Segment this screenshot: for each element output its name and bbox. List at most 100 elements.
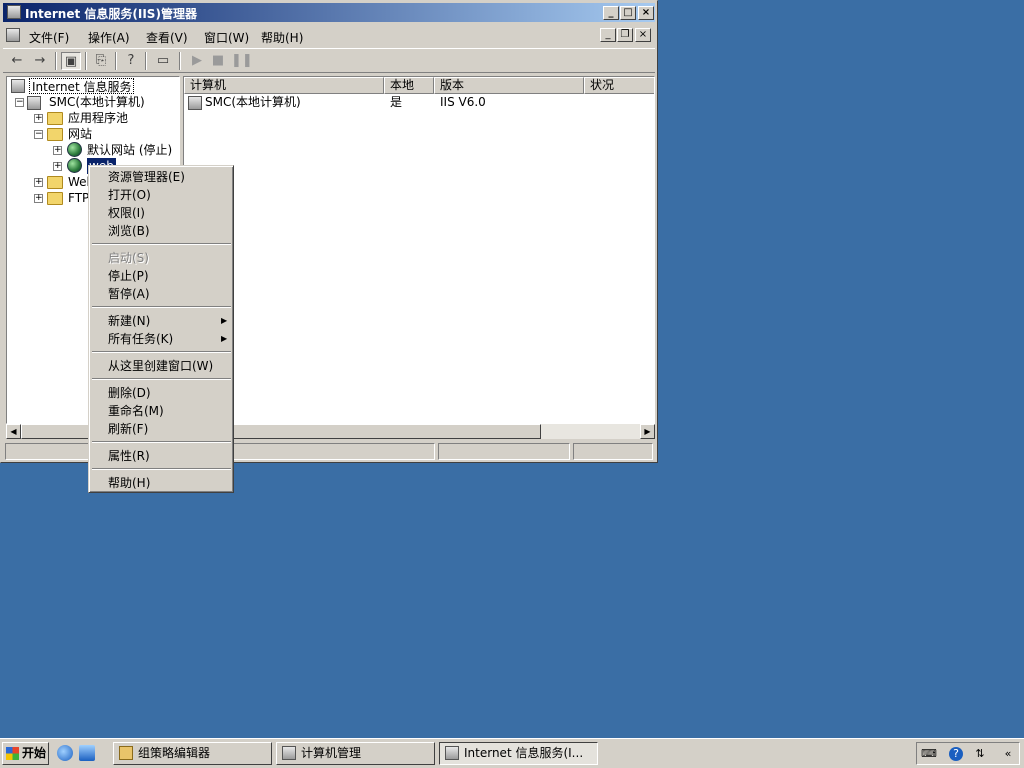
internet-explorer-icon[interactable] <box>57 745 73 761</box>
menu-view[interactable]: 查看(V) <box>146 29 188 46</box>
help-icon[interactable]: ? <box>121 52 141 70</box>
collapse-icon[interactable]: − <box>15 98 24 107</box>
list-pane[interactable]: 计算机 本地 版本 状况 SMC(本地计算机) 是 IIS V6.0 <box>183 76 655 424</box>
folder-icon <box>47 112 63 125</box>
status-panel <box>573 443 653 460</box>
show-desktop-icon[interactable] <box>79 745 95 761</box>
iis-app-icon <box>445 746 459 760</box>
task-label: 组策略编辑器 <box>138 746 211 760</box>
play-icon[interactable]: ▶ <box>187 52 207 70</box>
menu-separator <box>92 441 231 443</box>
task-label: 计算机管理 <box>301 746 362 760</box>
menu-help[interactable]: 帮助(H) <box>261 29 303 46</box>
menu-item-pause[interactable]: 暂停(A) <box>108 286 150 302</box>
menu-item-all-tasks[interactable]: 所有任务(K) <box>108 331 173 347</box>
task-computer-management[interactable]: 计算机管理 <box>276 742 435 765</box>
menu-item-help[interactable]: 帮助(H) <box>108 475 150 491</box>
console-icon[interactable] <box>6 28 20 42</box>
window-title: Internet 信息服务(IIS)管理器 <box>25 7 197 21</box>
expand-icon[interactable]: + <box>34 178 43 187</box>
menu-item-new[interactable]: 新建(N) <box>108 313 150 329</box>
globe-icon <box>67 158 82 173</box>
toolbar-separator <box>115 52 117 70</box>
toolbar-separator <box>85 52 87 70</box>
stop-icon[interactable]: ■ <box>208 52 228 70</box>
network-icon[interactable]: ⇅ <box>973 747 987 761</box>
expand-icon[interactable]: + <box>34 114 43 123</box>
keyboard-icon[interactable]: ⌨ <box>921 747 937 761</box>
scroll-left-icon[interactable]: ◀ <box>6 424 21 439</box>
export-icon[interactable]: ⎘ <box>91 52 111 70</box>
menu-item-start[interactable]: 启动(S) <box>108 250 149 266</box>
child-minimize-icon[interactable]: _ <box>600 28 616 42</box>
back-icon[interactable]: ← <box>7 52 27 70</box>
toolbar-separator <box>55 52 57 70</box>
server-icon <box>27 96 41 110</box>
expand-icon[interactable]: + <box>53 162 62 171</box>
menu-item-permissions[interactable]: 权限(I) <box>108 205 145 221</box>
pause-icon[interactable]: ❚❚ <box>231 52 253 70</box>
toolbar-separator <box>179 52 181 70</box>
iis-root-icon <box>11 79 25 93</box>
tray-collapse-icon[interactable]: « <box>1001 747 1015 761</box>
tree-computer[interactable]: SMC(本地计算机) <box>49 94 145 110</box>
tree-ftp[interactable]: FTP <box>68 190 89 206</box>
child-restore-icon[interactable]: ❐ <box>617 28 633 42</box>
minimize-icon[interactable]: _ <box>603 6 619 20</box>
column-header-version[interactable]: 版本 <box>434 77 584 94</box>
status-panel <box>438 443 570 460</box>
tree-default-site[interactable]: 默认网站 (停止) <box>87 142 172 158</box>
tree-websites[interactable]: 网站 <box>68 126 92 142</box>
menu-separator <box>92 243 231 245</box>
system-tray: ⌨ ? ⇅ « <box>916 742 1020 765</box>
column-header-computer[interactable]: 计算机 <box>184 77 384 94</box>
scroll-right-icon[interactable]: ▶ <box>640 424 655 439</box>
task-group-policy[interactable]: 组策略编辑器 <box>113 742 272 765</box>
menu-separator <box>92 468 231 470</box>
menu-item-browse[interactable]: 浏览(B) <box>108 223 150 239</box>
title-bar[interactable]: Internet 信息服务(IIS)管理器 _ □ × <box>3 3 655 22</box>
column-header-local[interactable]: 本地 <box>384 77 434 94</box>
forward-icon[interactable]: → <box>30 52 50 70</box>
menu-item-open[interactable]: 打开(O) <box>108 187 151 203</box>
close-icon[interactable]: × <box>638 6 654 20</box>
start-button[interactable]: 开始 <box>2 742 49 765</box>
menu-file[interactable]: 文件(F) <box>29 29 69 46</box>
windows-logo-icon <box>6 747 19 760</box>
cell-computer[interactable]: SMC(本地计算机) <box>205 94 301 110</box>
submenu-arrow-icon: ▶ <box>221 316 228 325</box>
folder-icon <box>47 192 63 205</box>
help-icon[interactable]: ? <box>949 747 963 761</box>
expand-icon[interactable]: + <box>53 146 62 155</box>
collapse-icon[interactable]: − <box>34 130 43 139</box>
folder-open-icon <box>47 128 63 141</box>
menu-item-explorer[interactable]: 资源管理器(E) <box>108 169 185 185</box>
expand-icon[interactable]: + <box>34 194 43 203</box>
globe-icon <box>67 142 82 157</box>
computer-icon[interactable]: ▭ <box>153 52 173 70</box>
maximize-icon[interactable]: □ <box>620 6 636 20</box>
policy-icon <box>119 746 133 760</box>
server-icon <box>188 96 202 110</box>
task-label: Internet 信息服务(I... <box>464 746 584 760</box>
menu-action[interactable]: 操作(A) <box>88 29 130 46</box>
context-menu: 资源管理器(E) 打开(O) 权限(I) 浏览(B) 启动(S) 停止(P) 暂… <box>88 165 234 493</box>
menu-item-refresh[interactable]: 刷新(F) <box>108 421 148 437</box>
menu-bar: 文件(F) 操作(A) 查看(V) 窗口(W) 帮助(H) _ ❐ × <box>3 25 655 47</box>
task-iis-manager[interactable]: Internet 信息服务(I... <box>439 742 598 765</box>
show-tree-icon[interactable]: ▣ <box>61 52 81 70</box>
menu-item-stop[interactable]: 停止(P) <box>108 268 149 284</box>
menu-item-rename[interactable]: 重命名(M) <box>108 403 164 419</box>
folder-icon <box>47 176 63 189</box>
toolbar-separator <box>145 52 147 70</box>
menu-item-new-window[interactable]: 从这里创建窗口(W) <box>108 358 213 374</box>
tree-app-pools[interactable]: 应用程序池 <box>68 110 128 126</box>
submenu-arrow-icon: ▶ <box>221 334 228 343</box>
column-header-status[interactable]: 状况 <box>584 77 654 94</box>
menu-window[interactable]: 窗口(W) <box>204 29 249 46</box>
cell-local: 是 <box>390 95 403 109</box>
menu-item-properties[interactable]: 属性(R) <box>108 448 150 464</box>
child-close-icon[interactable]: × <box>635 28 651 42</box>
tree-root[interactable]: Internet 信息服务 <box>29 78 135 94</box>
menu-item-delete[interactable]: 删除(D) <box>108 385 151 401</box>
